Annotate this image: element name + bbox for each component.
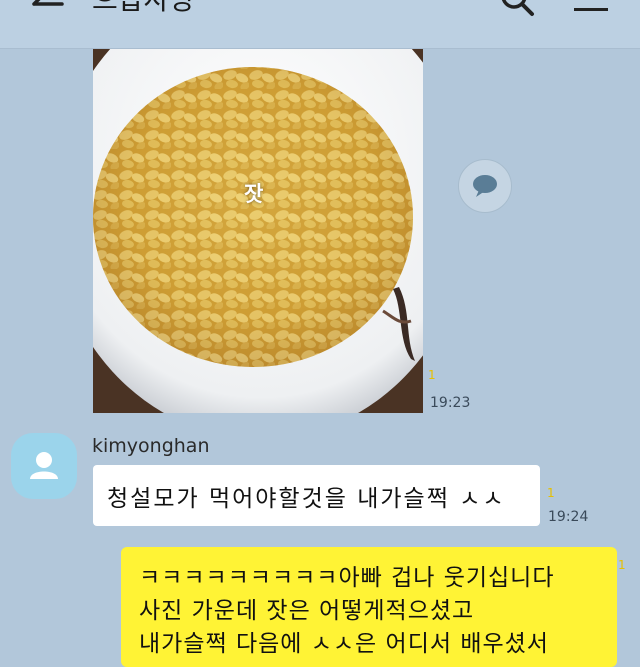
message-text: 청설모가 먹어야할것을 내가슬쩍 ㅅㅅ xyxy=(107,486,506,512)
avatar[interactable] xyxy=(11,433,77,499)
sender-name: kimyonghan xyxy=(92,435,210,457)
message-time: 19:24 xyxy=(548,509,589,525)
received-message-bubble[interactable]: 청설모가 먹어야할것을 내가슬쩍 ㅅㅅ xyxy=(93,465,540,526)
unread-count: 1 xyxy=(618,558,626,572)
message-line: 사진 가운데 잣은 어떻게적으셨고 xyxy=(139,598,475,624)
photo-image xyxy=(93,49,423,413)
message-time: 19:23 xyxy=(430,395,471,411)
message-line: ㅋㅋㅋㅋㅋㅋㅋㅋㅋ아빠 겁나 웃기십니다 xyxy=(139,565,555,591)
sent-message-bubble[interactable]: ㅋㅋㅋㅋㅋㅋㅋㅋㅋ아빠 겁나 웃기십니다 사진 가운데 잣은 어떻게적으셨고 내… xyxy=(121,547,617,667)
message-line: 내가슬쩍 다음에 ㅅㅅ은 어디서 배우셨서 xyxy=(139,631,549,657)
search-icon[interactable] xyxy=(498,0,538,22)
unread-count: 1 xyxy=(428,368,436,382)
default-profile-icon xyxy=(30,452,58,479)
chat-header: 으갑사앙 xyxy=(0,0,640,49)
share-button[interactable] xyxy=(458,159,512,213)
unread-count: 1 xyxy=(547,486,555,500)
photo-caption: 잣 xyxy=(244,182,264,206)
arrow-left-icon[interactable] xyxy=(28,0,68,22)
chat-title: 으갑사앙 xyxy=(92,0,195,18)
speech-bubble-icon xyxy=(473,175,497,197)
hamburger-menu-icon[interactable] xyxy=(570,0,614,20)
pine-nuts-photo[interactable]: 잣 xyxy=(93,49,423,413)
